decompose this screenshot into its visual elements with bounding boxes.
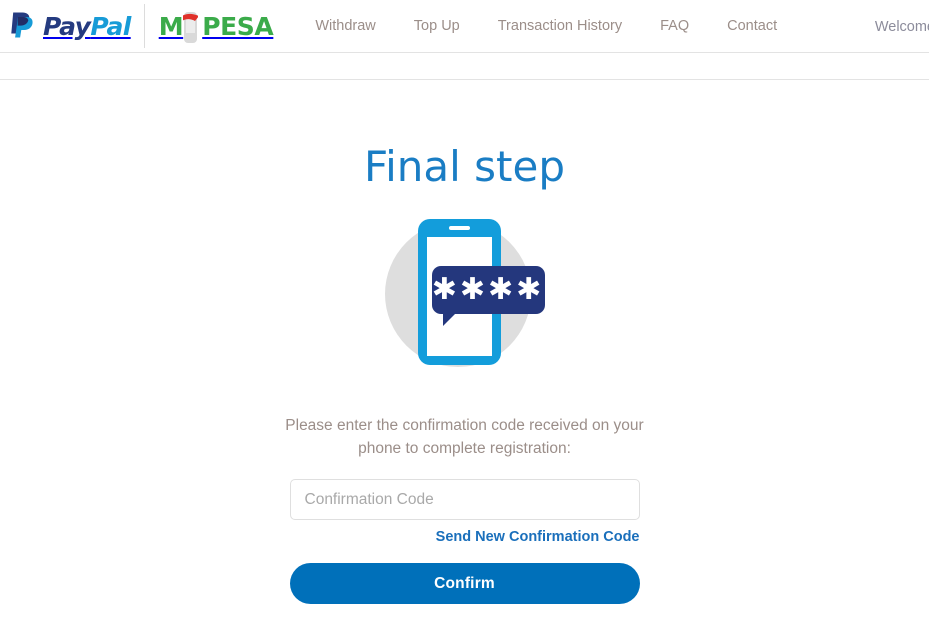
instructions-text: Please enter the confirmation code recei… xyxy=(285,417,644,457)
header-right-area: Welcome xyxy=(859,0,929,53)
illustration-bubble-text: ✱✱✱✱ xyxy=(431,272,544,307)
page-title: Final step xyxy=(364,142,565,191)
phone-sms-code-illustration: ✱✱✱✱ xyxy=(375,214,555,374)
mpesa-phone-icon xyxy=(179,9,199,44)
brand-group: PayPal M PESA xyxy=(0,0,274,53)
welcome-text: Welcome xyxy=(874,18,929,35)
nav-item-withdraw[interactable]: Withdraw xyxy=(296,0,394,53)
main-content: Final step ✱✱✱✱ Please enter the confirm… xyxy=(0,80,929,604)
paypal-logo[interactable]: PayPal xyxy=(0,0,131,53)
confirmation-code-input[interactable] xyxy=(289,479,640,520)
illustration-phone-speaker xyxy=(448,226,470,230)
header-sub-strip xyxy=(0,53,929,80)
confirmation-form: Send New Confirmation Code xyxy=(289,460,640,546)
main-nav: Withdraw Top Up Transaction History FAQ … xyxy=(296,0,796,53)
brand-divider xyxy=(143,4,145,48)
send-new-confirmation-code-link[interactable]: Send New Confirmation Code xyxy=(436,529,640,545)
mpesa-logo[interactable]: M PESA xyxy=(159,0,274,53)
paypal-word-pal: Pal xyxy=(90,11,131,41)
paypal-wordmark: PayPal xyxy=(43,14,131,39)
nav-item-contact[interactable]: Contact xyxy=(708,0,796,53)
site-header: PayPal M PESA Withdraw Top Up Transaction… xyxy=(0,0,929,53)
nav-item-top-up[interactable]: Top Up xyxy=(395,0,479,53)
paypal-word-pay: Pay xyxy=(43,11,91,41)
mpesa-word-suffix: PESA xyxy=(202,11,274,41)
mpesa-wordmark: M PESA xyxy=(159,14,274,39)
resend-row: Send New Confirmation Code xyxy=(290,520,640,546)
paypal-monogram-icon xyxy=(9,9,35,44)
mpesa-word-prefix: M xyxy=(158,11,184,41)
nav-item-faq[interactable]: FAQ xyxy=(641,0,708,53)
nav-item-transaction-history[interactable]: Transaction History xyxy=(479,0,641,53)
confirm-button[interactable]: Confirm xyxy=(289,563,640,604)
